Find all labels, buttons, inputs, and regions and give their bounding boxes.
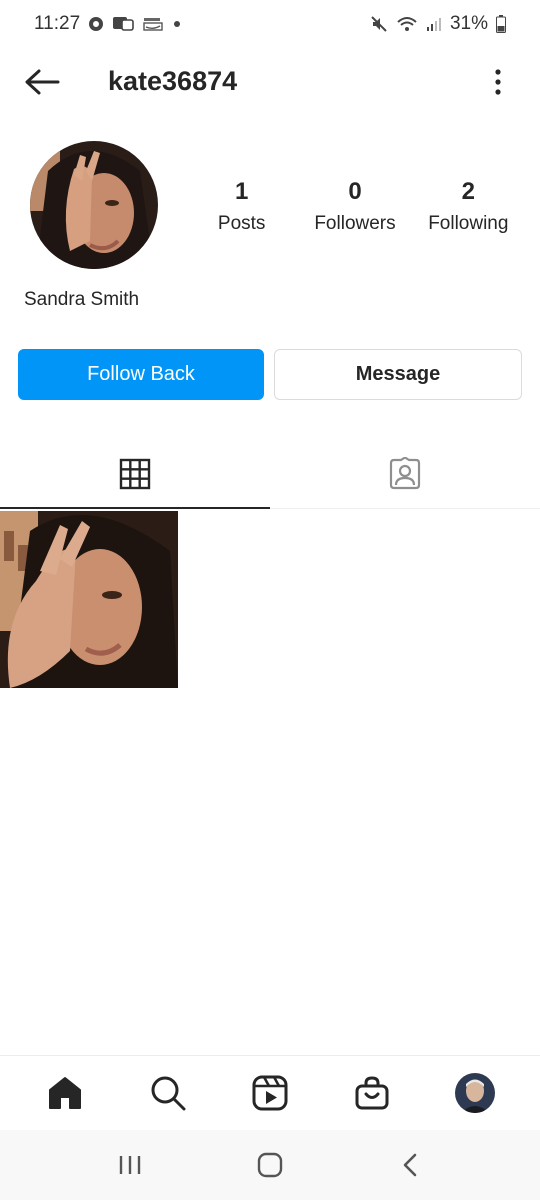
battery-percent: 31% bbox=[449, 13, 488, 34]
grid-icon bbox=[119, 458, 151, 490]
top-app-bar: kate36874 bbox=[0, 52, 540, 112]
home-button-icon bbox=[257, 1152, 283, 1178]
back-button[interactable] bbox=[22, 64, 62, 100]
profile-stats: 1 Posts 0 Followers 2 Following bbox=[185, 175, 525, 239]
amazon-icon bbox=[142, 16, 164, 32]
stat-followers[interactable]: 0 Followers bbox=[298, 175, 411, 239]
search-icon bbox=[151, 1076, 186, 1111]
back-chevron-icon bbox=[403, 1153, 417, 1177]
tab-posts-grid[interactable] bbox=[0, 440, 270, 509]
nav-search[interactable] bbox=[136, 1061, 200, 1125]
reels-icon bbox=[252, 1075, 288, 1111]
stat-posts[interactable]: 1 Posts bbox=[185, 175, 298, 239]
follow-back-button[interactable]: Follow Back bbox=[18, 349, 264, 400]
wifi-icon bbox=[396, 15, 418, 33]
posts-count: 1 bbox=[234, 178, 249, 205]
mute-icon bbox=[370, 15, 388, 33]
message-button[interactable]: Message bbox=[274, 349, 522, 400]
tagged-person-icon bbox=[389, 457, 421, 490]
system-nav bbox=[0, 1130, 540, 1200]
posts-grid bbox=[0, 511, 540, 688]
following-label: Following bbox=[428, 213, 509, 234]
nav-reels[interactable] bbox=[238, 1061, 302, 1125]
profile-photo bbox=[30, 141, 158, 269]
status-bar: 11:27 31% bbox=[0, 0, 540, 48]
shop-icon bbox=[355, 1076, 389, 1110]
recent-apps-button[interactable] bbox=[100, 1140, 160, 1190]
home-system-button[interactable] bbox=[240, 1140, 300, 1190]
following-count: 2 bbox=[461, 178, 475, 205]
stat-following[interactable]: 2 Following bbox=[412, 175, 525, 239]
recent-apps-icon bbox=[119, 1156, 141, 1174]
followers-count: 0 bbox=[348, 178, 362, 205]
more-options-button[interactable] bbox=[486, 64, 510, 100]
battery-icon bbox=[496, 15, 506, 33]
profile-avatar[interactable] bbox=[30, 141, 158, 269]
profile-username: kate36874 bbox=[108, 66, 238, 96]
profile-display-name: Sandra Smith bbox=[24, 289, 140, 310]
posts-label: Posts bbox=[217, 213, 266, 234]
profile-tabs bbox=[0, 440, 540, 509]
status-right: 31% bbox=[370, 13, 506, 35]
followers-label: Followers bbox=[314, 213, 396, 234]
profile-actions: Follow Back Message bbox=[18, 349, 522, 400]
nav-profile[interactable] bbox=[443, 1061, 507, 1125]
signal-icon bbox=[426, 16, 442, 32]
more-vertical-icon bbox=[495, 69, 501, 95]
back-system-button[interactable] bbox=[380, 1140, 440, 1190]
profile-avatar-small bbox=[454, 1073, 495, 1113]
nav-shop[interactable] bbox=[340, 1061, 404, 1125]
post-thumbnail[interactable] bbox=[0, 511, 178, 688]
post-photo bbox=[0, 511, 178, 688]
message-icon bbox=[112, 16, 134, 32]
notification-dot-icon bbox=[88, 16, 104, 32]
tab-tagged[interactable] bbox=[270, 440, 540, 508]
bottom-nav bbox=[0, 1055, 540, 1130]
home-icon bbox=[49, 1077, 82, 1109]
status-time: 11:27 bbox=[34, 13, 81, 34]
nav-home[interactable] bbox=[33, 1061, 97, 1125]
dot-icon bbox=[172, 19, 182, 29]
status-left: 11:27 bbox=[34, 13, 182, 35]
arrow-left-icon bbox=[25, 69, 60, 95]
